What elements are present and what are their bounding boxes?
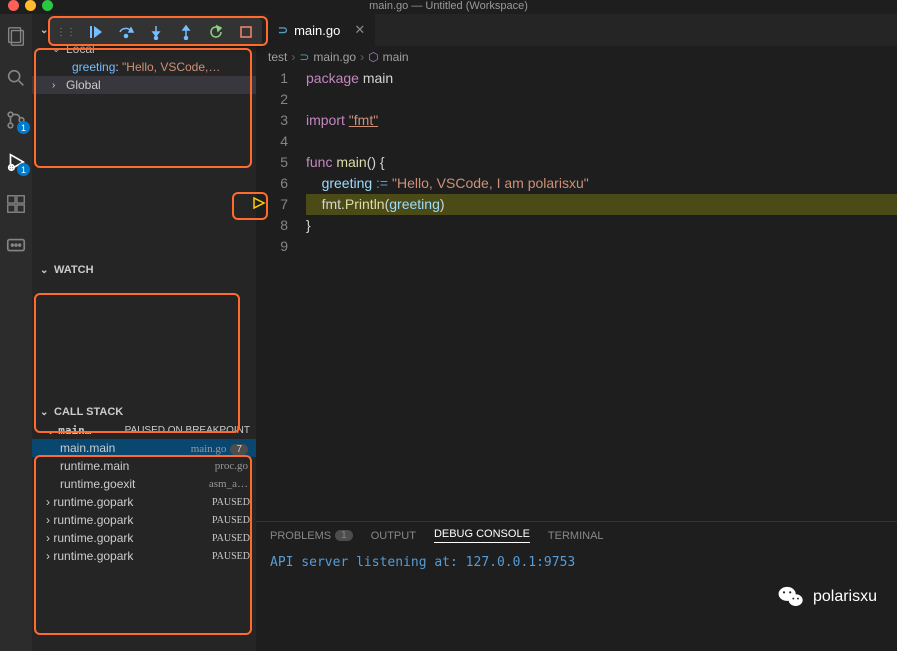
debug-toolbar: ⋮⋮	[50, 18, 262, 46]
callstack-thread-main[interactable]: ⌄ main… PAUSED ON BREAKPOINT	[32, 422, 256, 439]
search-icon[interactable]	[4, 66, 28, 90]
debug-console-output: API server listening at: 127.0.0.1:9753	[256, 549, 897, 576]
step-out-button[interactable]	[176, 22, 196, 42]
explorer-icon[interactable]	[4, 24, 28, 48]
callstack-thread[interactable]: › runtime.gopark PAUSED	[32, 493, 256, 511]
callstack-thread[interactable]: › runtime.gopark PAUSED	[32, 547, 256, 565]
panel-tabs: PROBLEMS 1 OUTPUT DEBUG CONSOLE TERMINAL	[256, 522, 897, 549]
maximize-window[interactable]	[42, 0, 53, 11]
watch-title: WATCH	[54, 264, 94, 276]
grip-icon[interactable]: ⋮⋮	[56, 22, 76, 42]
go-file-icon: ⊃	[278, 23, 288, 37]
callstack-thread[interactable]: › runtime.gopark PAUSED	[32, 511, 256, 529]
chevron-down-icon: ⌄	[46, 425, 55, 437]
window-controls	[0, 0, 61, 11]
go-file-icon: ⊃	[299, 50, 309, 64]
watermark: polarisxu	[777, 583, 877, 611]
chevron-down-icon: ⌄	[40, 265, 50, 276]
source-control-icon[interactable]: 1	[4, 108, 28, 132]
debug-icon[interactable]: 1	[4, 150, 28, 174]
chevron-right-icon: ›	[46, 513, 50, 527]
chevron-right-icon: ›	[46, 495, 50, 509]
remote-icon[interactable]	[4, 234, 28, 258]
minimize-window[interactable]	[25, 0, 36, 11]
tab-problems[interactable]: PROBLEMS 1	[270, 528, 353, 543]
debug-badge: 1	[17, 163, 30, 176]
callstack-thread[interactable]: › runtime.gopark PAUSED	[32, 529, 256, 547]
stack-frame[interactable]: main.main main.go7	[32, 439, 256, 457]
tab-main-go[interactable]: ⊃ main.go ✕	[268, 14, 375, 46]
scm-badge: 1	[17, 121, 30, 134]
close-window[interactable]	[8, 0, 19, 11]
close-icon[interactable]: ✕	[354, 22, 365, 38]
chevron-right-icon: ›	[46, 531, 50, 545]
chevron-right-icon: ›	[46, 549, 50, 563]
restart-button[interactable]	[206, 22, 226, 42]
editor-area: ⊃ main.go ✕ test › ⊃ main.go › ⬡ main 1 …	[256, 14, 897, 651]
watch-section-header[interactable]: ⌄ WATCH	[32, 260, 256, 280]
chevron-down-icon: ⌄	[40, 25, 50, 36]
stack-frame[interactable]: runtime.main proc.go	[32, 457, 256, 475]
tab-terminal[interactable]: TERMINAL	[548, 528, 604, 543]
step-into-button[interactable]	[146, 22, 166, 42]
stop-button[interactable]	[236, 22, 256, 42]
wechat-icon	[777, 583, 805, 611]
callstack-section-header[interactable]: ⌄ CALL STACK	[32, 402, 256, 422]
callstack-title: CALL STACK	[54, 406, 123, 418]
chevron-down-icon: ⌄	[40, 407, 50, 418]
activity-bar: 1 1	[0, 14, 32, 651]
execution-pointer-icon	[252, 196, 266, 210]
continue-button[interactable]	[86, 22, 106, 42]
tab-debug-console[interactable]: DEBUG CONSOLE	[434, 528, 530, 543]
code-editor[interactable]: 1 2 3 4 5 6 7 8 9 package main import "f…	[256, 68, 897, 521]
breadcrumb[interactable]: test › ⊃ main.go › ⬡ main	[256, 46, 897, 68]
variable-greeting[interactable]: greeting: "Hello, VSCode,…	[32, 58, 256, 76]
symbol-icon: ⬡	[368, 50, 378, 64]
step-over-button[interactable]	[116, 22, 136, 42]
tab-bar: ⊃ main.go ✕	[256, 14, 897, 46]
extensions-icon[interactable]	[4, 192, 28, 216]
variables-scope-global[interactable]: › Global	[32, 76, 256, 94]
tab-output[interactable]: OUTPUT	[371, 528, 416, 543]
code-content: package main import "fmt" func main() { …	[306, 68, 897, 521]
window-title: main.go — Untitled (Workspace)	[0, 0, 897, 14]
stack-frame[interactable]: runtime.goexit asm_a…	[32, 475, 256, 493]
debug-sidebar: ⌄ VARIABLES ⌄ Local greeting: "Hello, VS…	[32, 14, 256, 651]
gutter: 1 2 3 4 5 6 7 8 9	[256, 68, 306, 521]
chevron-right-icon: ›	[52, 80, 62, 91]
